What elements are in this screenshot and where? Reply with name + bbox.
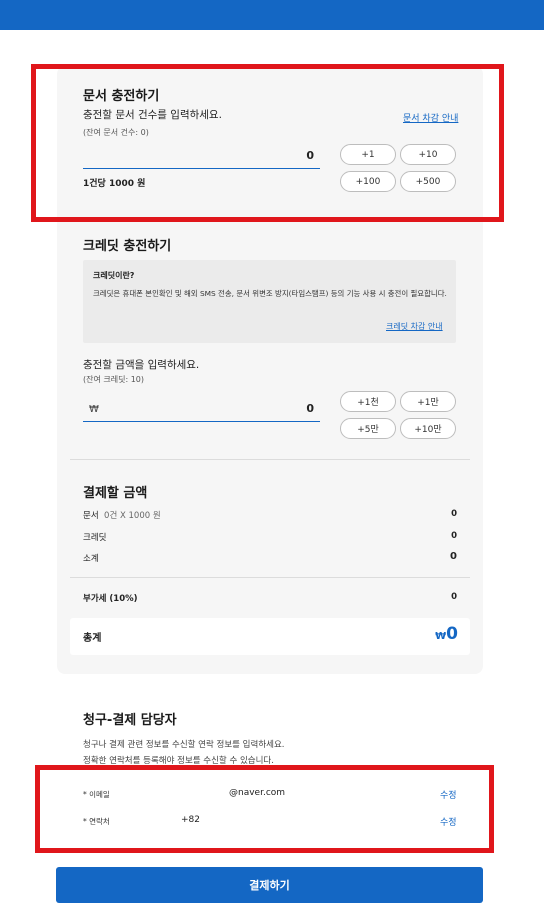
total-amount: ₩0 [435,624,458,644]
vat-label: 부가세 (10%) [83,594,138,604]
credit-amount-input[interactable]: ₩ 0 [83,396,320,422]
payment-summary-title: 결제할 금액 [83,486,148,501]
credit-add-10k-button[interactable]: +1만 [400,391,456,412]
credit-amount-value: 0 [306,402,314,415]
credit-cost-value: 0 [451,531,457,541]
summary-divider [70,577,470,578]
credit-add-100k-button[interactable]: +10만 [400,418,456,439]
subtotal-label: 소계 [83,554,99,564]
credit-charge-title: 크레딧 충전하기 [83,239,172,254]
credit-remaining: (잔여 크레딧: 10) [83,375,145,384]
doc-cost-label: 문서 0건 X 1000 원 [83,511,161,521]
doc-charge-highlight-box [31,64,504,222]
top-header-bar [0,0,544,30]
won-total-icon: ₩ [435,631,447,642]
pay-button[interactable]: 결제하기 [56,867,483,903]
billing-desc-line1: 청구나 결제 관련 정보를 수신할 연락 정보를 입력하세요. [83,740,285,750]
contact-highlight-box [35,765,494,853]
credit-charge-instruction: 충전할 금액을 입력하세요. [83,359,200,371]
total-label: 총계 [83,633,102,644]
credit-deduction-guide-link[interactable]: 크레딧 차감 안내 [386,321,443,332]
credit-add-1k-button[interactable]: +1천 [340,391,396,412]
section-divider [70,459,470,460]
credit-info-title: 크레딧이란? [93,271,135,280]
credit-cost-label: 크레딧 [83,533,107,543]
vat-value: 0 [451,592,457,602]
billing-contact-title: 청구-결제 담당자 [83,713,177,728]
credit-info-body: 크레딧은 휴대폰 본인확인 및 해외 SMS 전송, 문서 위변조 방지(타임스… [93,289,447,298]
doc-cost-value: 0 [451,509,457,519]
total-box [70,618,470,655]
subtotal-value: 0 [450,551,457,562]
credit-add-50k-button[interactable]: +5만 [340,418,396,439]
won-currency-icon: ₩ [89,404,99,415]
